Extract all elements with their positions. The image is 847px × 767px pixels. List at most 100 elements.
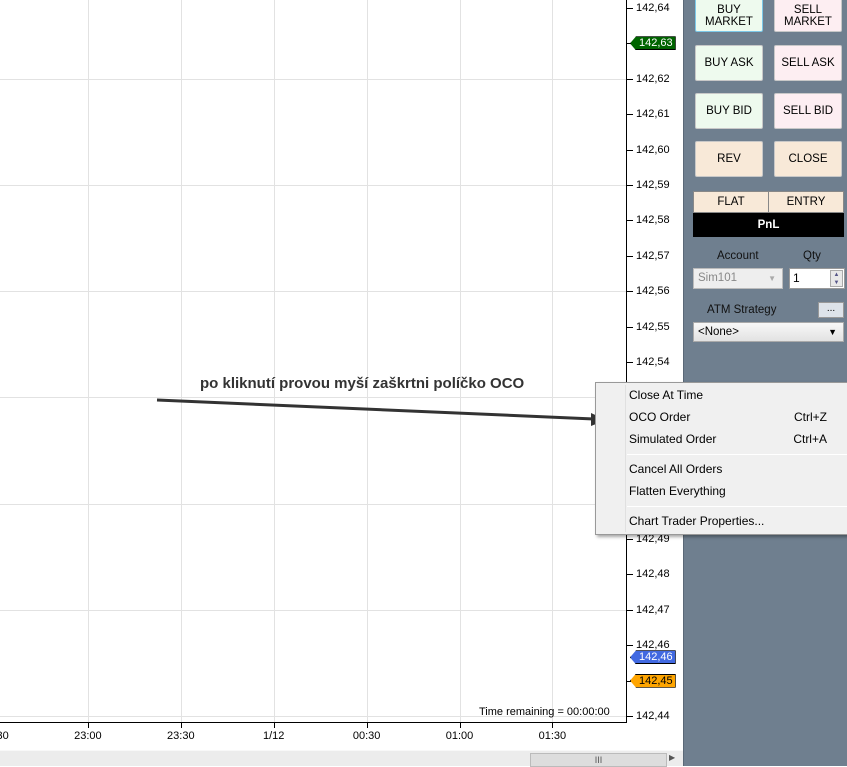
menu-separator — [627, 506, 847, 507]
time-label: 22:30 — [0, 730, 9, 742]
vertical-gridline — [88, 0, 89, 722]
atm-strategy-value: <None> — [698, 326, 739, 338]
price-tick — [627, 291, 633, 292]
menu-item-shortcut: Ctrl+Z — [794, 410, 827, 424]
sell-market-button[interactable]: SELL MARKET — [774, 0, 842, 32]
horizontal-gridline — [0, 504, 626, 505]
buy-ask-button[interactable]: BUY ASK — [695, 45, 763, 81]
time-tick — [367, 723, 368, 728]
menu-item-label: OCO Order — [629, 410, 691, 424]
vertical-gridline — [552, 0, 553, 722]
pnl-display: PnL — [693, 213, 844, 237]
scrollbar-thumb[interactable]: III — [530, 753, 667, 767]
flat-status: FLAT — [694, 192, 769, 212]
time-tick — [181, 723, 182, 728]
price-marker: 142,45 — [630, 673, 676, 688]
price-label: 142,46 — [636, 639, 670, 652]
time-tick — [460, 723, 461, 728]
price-label: 142,56 — [636, 285, 670, 298]
atm-strategy-select[interactable]: <None> ▼ — [693, 322, 844, 342]
price-label: 142,64 — [636, 2, 670, 14]
menu-item-label: Cancel All Orders — [629, 462, 723, 476]
account-value: Sim101 — [698, 272, 737, 284]
price-chart[interactable] — [0, 0, 627, 723]
vertical-gridline — [367, 0, 368, 722]
menu-item-oco-order[interactable]: OCO Order Ctrl+Z — [629, 406, 844, 428]
atm-strategy-more-button[interactable]: ... — [818, 302, 844, 318]
price-label: 142,44 — [636, 710, 670, 722]
price-tick — [627, 220, 633, 221]
chevron-down-icon: ▼ — [768, 274, 776, 283]
price-tick — [627, 185, 633, 186]
price-tick — [627, 574, 633, 575]
price-tick — [627, 539, 633, 540]
context-menu: Close At Time OCO Order Ctrl+Z Simulated … — [595, 382, 847, 535]
price-tick — [627, 79, 633, 80]
price-marker: 142,46 — [630, 650, 676, 665]
annotation-text: po kliknutí provou myší zaškrtni políčko… — [200, 375, 525, 392]
time-label: 00:30 — [352, 730, 381, 742]
buy-market-button[interactable]: BUY MARKET — [695, 0, 763, 32]
qty-label: Qty — [803, 250, 821, 262]
sell-bid-button[interactable]: SELL BID — [774, 93, 842, 129]
price-tick — [627, 610, 633, 611]
horizontal-gridline — [0, 610, 626, 611]
menu-gutter — [625, 385, 626, 532]
horizontal-gridline — [0, 397, 626, 398]
horizontal-gridline — [0, 291, 626, 292]
price-label: 142,59 — [636, 179, 670, 191]
price-label: 142,55 — [636, 320, 670, 333]
price-label: 142,57 — [636, 249, 670, 262]
buy-bid-button[interactable]: BUY BID — [695, 93, 763, 129]
menu-item-chart-trader-properties[interactable]: Chart Trader Properties... — [629, 510, 844, 532]
price-axis[interactable]: 142,64 142,62 142,61 142,60 142,59 142,58 142,… — [627, 0, 683, 750]
menu-separator — [627, 454, 847, 455]
horizontal-gridline — [0, 79, 626, 80]
vertical-gridline — [460, 0, 461, 722]
menu-item-cancel-all-orders[interactable]: Cancel All Orders — [629, 458, 844, 480]
price-tick — [627, 114, 633, 115]
time-tick — [88, 723, 89, 728]
price-label: 142,47 — [636, 603, 670, 616]
price-tick — [627, 150, 633, 151]
menu-item-close-at-time[interactable]: Close At Time — [629, 384, 844, 406]
menu-item-simulated-order[interactable]: Simulated Order Ctrl+A — [629, 428, 844, 450]
menu-item-label: Chart Trader Properties... — [629, 514, 765, 528]
entry-status: ENTRY — [786, 196, 826, 208]
price-label: 142,60 — [636, 143, 670, 156]
spin-arrows-icon[interactable]: ▲ ▼ — [830, 270, 843, 287]
sell-ask-button[interactable]: SELL ASK — [774, 45, 842, 81]
price-label: 142,48 — [636, 568, 670, 581]
price-label: 142,62 — [636, 72, 670, 85]
time-label: 23:30 — [167, 730, 195, 742]
menu-item-label: Flatten Everything — [629, 484, 726, 498]
price-tick — [627, 8, 633, 9]
qty-value: 1 — [793, 271, 800, 285]
menu-item-shortcut: Ctrl+A — [793, 432, 827, 446]
menu-item-label: Close At Time — [629, 388, 704, 402]
rev-button[interactable]: REV — [695, 141, 763, 177]
vertical-gridline — [274, 0, 275, 722]
chevron-down-icon: ▼ — [828, 327, 837, 337]
atm-strategy-label: ATM Strategy — [707, 304, 777, 316]
price-tick — [627, 256, 633, 257]
qty-stepper[interactable]: 1 ▲ ▼ — [789, 268, 845, 289]
time-label: 1/12 — [262, 730, 285, 742]
menu-item-flatten-everything[interactable]: Flatten Everything — [629, 480, 844, 502]
time-label: 23:00 — [74, 730, 102, 742]
horizontal-scrollbar[interactable]: III ▶ — [0, 750, 683, 767]
price-tick — [627, 645, 633, 646]
account-select[interactable]: Sim101 ▼ — [693, 268, 783, 289]
price-tick — [627, 716, 633, 717]
price-label: 142,61 — [636, 108, 670, 121]
time-label: 01:00 — [445, 730, 474, 742]
account-label: Account — [717, 250, 759, 262]
price-tick — [627, 362, 633, 363]
time-tick — [274, 723, 275, 728]
scroll-right-arrow-icon[interactable]: ▶ — [669, 753, 675, 762]
close-button[interactable]: CLOSE — [774, 141, 842, 177]
vertical-gridline — [181, 0, 182, 722]
time-tick — [552, 723, 553, 728]
price-label: 142,54 — [636, 356, 670, 368]
horizontal-gridline — [0, 185, 626, 186]
